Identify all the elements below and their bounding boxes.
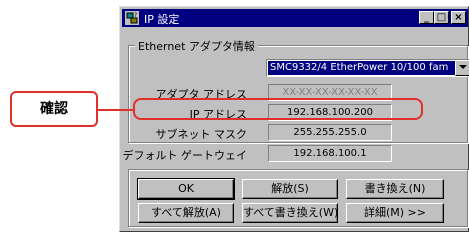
subnet-mask-label: サブネット マスク [155,128,248,141]
group-label: Ethernet アダプタ情報 [135,38,258,54]
dropdown-arrow-button[interactable] [455,60,469,76]
release-button[interactable]: 解放(S) [242,179,338,199]
renew-all-button[interactable]: すべて書き換え(W) [242,203,338,223]
adapter-select-value: SMC9332/4 EtherPower 10/100 fam [268,61,456,75]
window-title: IP 設定 [144,13,180,26]
details-button[interactable]: 詳細(M) >> [346,203,444,223]
chevron-down-icon [459,65,467,69]
subnet-mask-value: 255.255.255.0 [268,124,392,141]
adapter-select[interactable]: SMC9332/4 EtherPower 10/100 fam [266,59,469,77]
ok-button[interactable]: OK [137,178,235,200]
default-gateway-label: デフォルト ゲートウェイ [122,149,248,162]
title-bar[interactable]: ? IP 設定 _ □ × [122,9,468,27]
confirm-callout: 確認 [10,91,98,127]
network-icon: ? [125,11,139,25]
svg-text:?: ? [134,12,137,19]
maximize-button[interactable]: □ [434,11,449,24]
release-all-button[interactable]: すべて解放(A) [138,203,234,223]
default-gateway-value: 192.168.100.1 [268,145,392,162]
minimize-button[interactable]: _ [419,11,434,24]
close-button[interactable]: × [451,11,466,24]
ip-address-highlight [133,98,423,120]
callout-connector [98,109,133,111]
renew-button[interactable]: 書き換え(N) [346,179,444,199]
